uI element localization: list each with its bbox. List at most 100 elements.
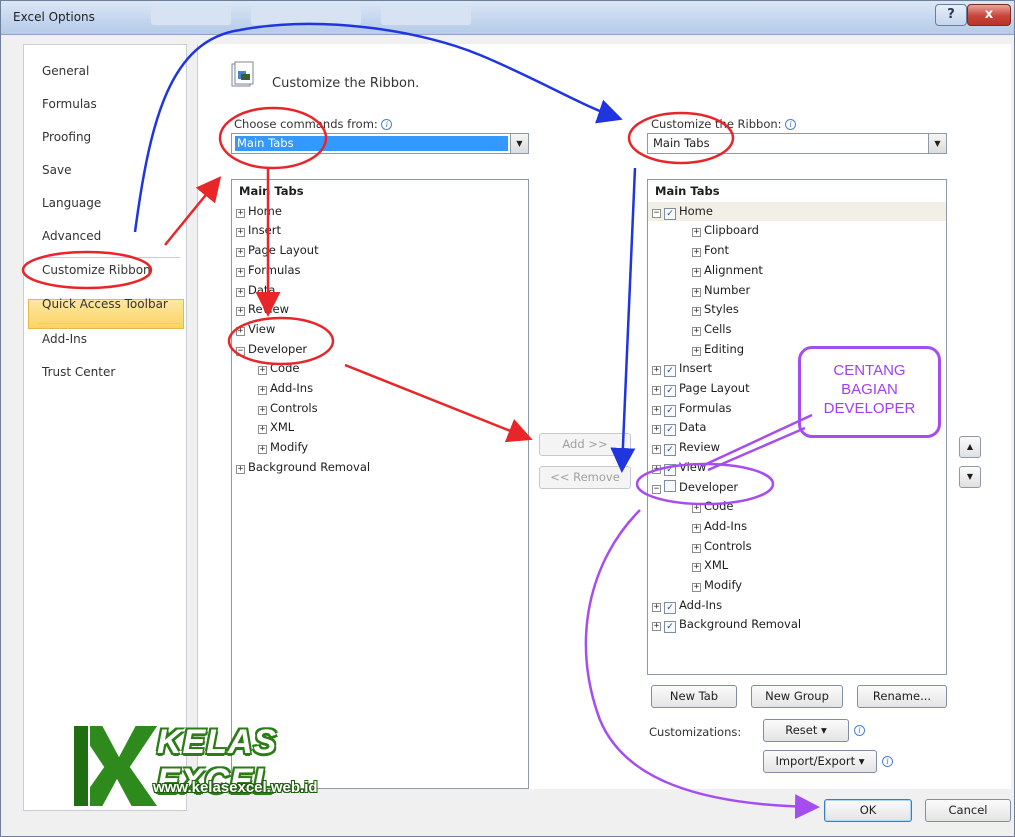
- tree-item[interactable]: + ✓ Review: [648, 438, 946, 457]
- expand-icon[interactable]: +: [692, 267, 701, 277]
- tree-item[interactable]: + XML: [232, 418, 528, 437]
- tree-item[interactable]: + Controls: [232, 399, 528, 418]
- tree-item[interactable]: + Add-Ins: [648, 517, 946, 536]
- choose-commands-combo[interactable]: Main Tabs ▼: [231, 133, 529, 154]
- tree-item[interactable]: + Add-Ins: [232, 379, 528, 398]
- tree-item[interactable]: + ✓ Add-Ins: [648, 596, 946, 615]
- nav-item-advanced[interactable]: Advanced: [42, 229, 101, 243]
- tree-item[interactable]: + Modify: [648, 576, 946, 595]
- expand-icon[interactable]: +: [258, 386, 267, 395]
- tab-checkbox[interactable]: ✓: [664, 207, 676, 220]
- add-button[interactable]: Add >>: [539, 433, 631, 456]
- move-up-button[interactable]: ▲: [959, 436, 981, 458]
- tree-item[interactable]: + Alignment: [648, 261, 946, 280]
- expand-icon[interactable]: +: [258, 445, 267, 455]
- tree-item[interactable]: + Code: [232, 359, 528, 378]
- rename-button[interactable]: Rename...: [857, 685, 947, 708]
- nav-item-proofing[interactable]: Proofing: [42, 130, 91, 144]
- expand-icon[interactable]: +: [236, 326, 245, 336]
- tab-checkbox[interactable]: ✓: [664, 365, 676, 378]
- expand-icon[interactable]: +: [652, 425, 661, 435]
- tree-item[interactable]: + View: [232, 320, 528, 339]
- expand-icon[interactable]: +: [692, 326, 701, 336]
- nav-item-formulas[interactable]: Formulas: [42, 97, 97, 111]
- new-group-button[interactable]: New Group: [751, 685, 843, 708]
- tree-item[interactable]: + Code: [648, 497, 946, 516]
- tree-item[interactable]: Main Tabs: [648, 182, 946, 201]
- nav-item-add-ins[interactable]: Add-Ins: [42, 332, 87, 346]
- tree-item[interactable]: − ✓ Home: [648, 201, 946, 221]
- tree-item[interactable]: + ✓ View: [648, 458, 946, 477]
- close-button[interactable]: x: [967, 4, 1011, 26]
- tab-checkbox[interactable]: ✓: [664, 404, 676, 417]
- ok-button[interactable]: OK: [824, 799, 912, 822]
- nav-item-customize-ribbon[interactable]: Customize Ribbon: [42, 263, 151, 277]
- expand-icon[interactable]: +: [692, 523, 701, 533]
- move-down-button[interactable]: ▼: [959, 466, 981, 488]
- tab-checkbox[interactable]: [664, 479, 676, 492]
- tree-item[interactable]: Main Tabs: [232, 182, 528, 201]
- collapse-icon[interactable]: −: [652, 208, 661, 218]
- tab-checkbox[interactable]: ✓: [664, 621, 676, 634]
- tree-item[interactable]: + Background Removal: [232, 458, 528, 477]
- expand-icon[interactable]: +: [692, 583, 701, 592]
- tab-checkbox[interactable]: ✓: [664, 385, 676, 397]
- tree-item[interactable]: + Number: [648, 281, 946, 300]
- tree-item[interactable]: + Modify: [232, 438, 528, 457]
- tree-item[interactable]: + Insert: [232, 221, 528, 240]
- expand-icon[interactable]: +: [652, 445, 661, 455]
- cancel-button[interactable]: Cancel: [925, 799, 1011, 822]
- tree-item[interactable]: + Formulas: [232, 261, 528, 280]
- customize-ribbon-combo[interactable]: Main Tabs ▼: [647, 133, 947, 154]
- tab-checkbox[interactable]: ✓: [664, 601, 676, 614]
- tree-item[interactable]: + Styles: [648, 300, 946, 319]
- expand-icon[interactable]: +: [692, 346, 701, 356]
- tree-item[interactable]: + Controls: [648, 537, 946, 556]
- expand-icon[interactable]: +: [652, 602, 661, 612]
- expand-icon[interactable]: +: [258, 366, 267, 376]
- tree-item[interactable]: + Data: [232, 281, 528, 300]
- expand-icon[interactable]: +: [236, 267, 245, 277]
- remove-button[interactable]: << Remove: [539, 466, 631, 489]
- expand-icon[interactable]: +: [692, 504, 701, 514]
- expand-icon[interactable]: +: [692, 228, 701, 238]
- tree-item[interactable]: + Home: [232, 202, 528, 221]
- expand-icon[interactable]: +: [692, 287, 701, 297]
- nav-item-save[interactable]: Save: [42, 163, 71, 177]
- tree-item[interactable]: + Cells: [648, 320, 946, 339]
- expand-icon[interactable]: +: [652, 464, 661, 474]
- expand-icon[interactable]: +: [236, 248, 245, 258]
- tree-item[interactable]: + Page Layout: [232, 241, 528, 260]
- nav-item-language[interactable]: Language: [42, 196, 101, 210]
- new-tab-button[interactable]: New Tab: [651, 685, 737, 708]
- import-export-button[interactable]: Import/Export ▾: [763, 750, 877, 773]
- expand-icon[interactable]: +: [652, 366, 661, 376]
- nav-item-trust-center[interactable]: Trust Center: [42, 365, 115, 379]
- chevron-down-icon[interactable]: ▼: [928, 134, 946, 153]
- tree-item[interactable]: + XML: [648, 556, 946, 575]
- expand-icon[interactable]: +: [236, 228, 245, 238]
- tree-item[interactable]: + Review: [232, 300, 528, 319]
- expand-icon[interactable]: +: [692, 563, 701, 573]
- help-button[interactable]: ?: [935, 4, 967, 26]
- tree-item[interactable]: − Developer: [232, 340, 528, 359]
- nav-item-general[interactable]: General: [42, 64, 89, 78]
- commands-list[interactable]: Main Tabs + Home + Insert + Page Layout + Formul…: [231, 179, 529, 789]
- expand-icon[interactable]: +: [258, 425, 267, 435]
- collapse-icon[interactable]: −: [652, 484, 661, 494]
- expand-icon[interactable]: +: [236, 287, 245, 297]
- expand-icon[interactable]: +: [692, 307, 701, 317]
- expand-icon[interactable]: +: [652, 405, 661, 415]
- tab-checkbox[interactable]: ✓: [664, 463, 676, 476]
- tree-item[interactable]: + ✓ Background Removal: [648, 615, 946, 634]
- nav-item-quick-access-toolbar[interactable]: Quick Access Toolbar: [42, 297, 168, 311]
- reset-button[interactable]: Reset ▾: [763, 719, 849, 742]
- expand-icon[interactable]: +: [236, 307, 245, 317]
- tree-item[interactable]: + Clipboard: [648, 221, 946, 240]
- tree-item[interactable]: + Font: [648, 241, 946, 260]
- expand-icon[interactable]: +: [258, 405, 267, 415]
- expand-icon[interactable]: +: [652, 386, 661, 395]
- collapse-icon[interactable]: −: [236, 346, 245, 356]
- expand-icon[interactable]: +: [652, 622, 661, 632]
- expand-icon[interactable]: +: [236, 208, 245, 218]
